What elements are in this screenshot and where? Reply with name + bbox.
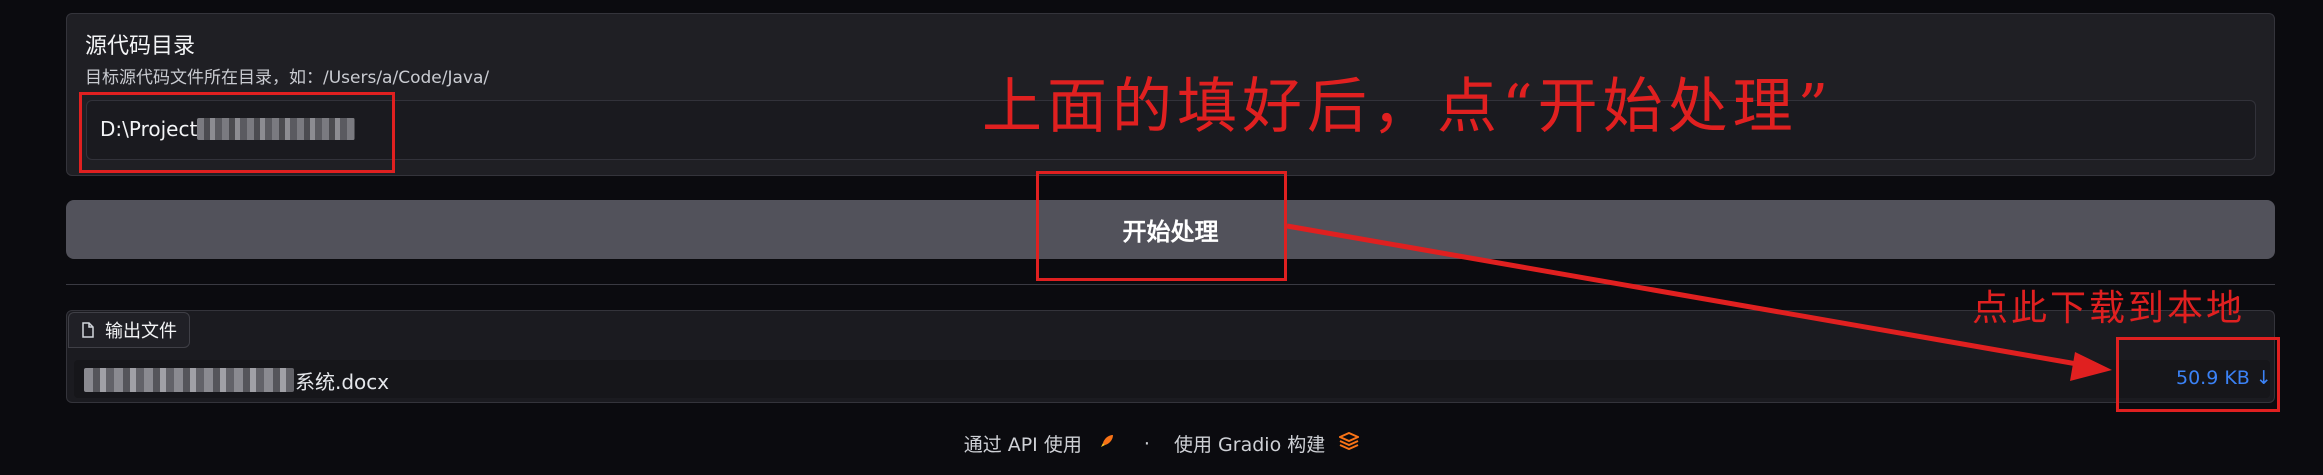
- annotation-arrow: [1286, 223, 2112, 381]
